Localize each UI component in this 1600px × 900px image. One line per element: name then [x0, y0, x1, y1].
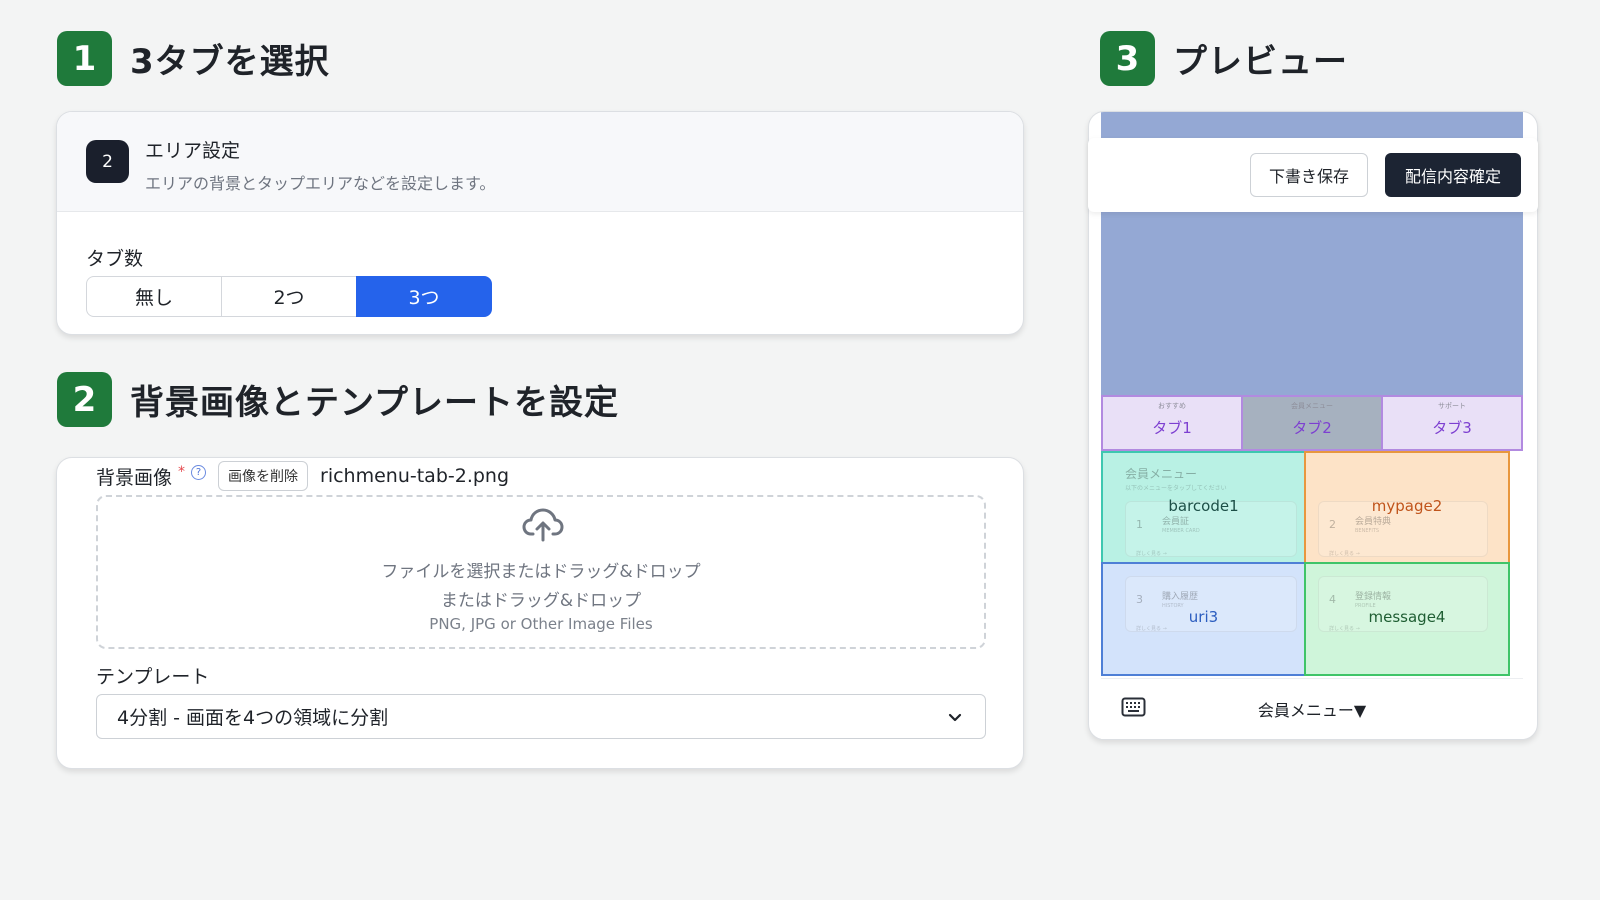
- richmenu-bar[interactable]: 会員メニュー▼: [1101, 678, 1523, 739]
- area-settings-card: 2 エリア設定 エリアの背景とタップエリアなどを設定します。 タブ数 無し 2つ…: [56, 111, 1024, 335]
- step3-title: プレビュー: [1173, 42, 1348, 82]
- ghost-number: 2: [1329, 518, 1336, 531]
- tab-caption: 会員メニュー: [1291, 402, 1333, 410]
- area-settings-title: エリア設定: [145, 140, 241, 162]
- help-icon[interactable]: ?: [191, 464, 207, 480]
- ghost-number: 4: [1329, 593, 1336, 606]
- preview-tab-2[interactable]: 会員メニュー タブ2: [1243, 395, 1383, 451]
- tap-area-1[interactable]: 会員メニュー 以下のメニューをタップしてください 1 会員証 MEMBER CA…: [1101, 451, 1306, 564]
- tap-area-label: uri3: [1188, 608, 1219, 626]
- ghost-link: 詳しく見る →: [1136, 626, 1167, 632]
- ghost-link: 詳しく見る →: [1329, 626, 1360, 632]
- save-draft-button[interactable]: 下書き保存: [1250, 153, 1368, 197]
- cloud-upload-icon: [522, 508, 564, 542]
- preview-action-bar: 下書き保存 配信内容確定: [1088, 138, 1538, 212]
- step1-title: 3タブを選択: [130, 42, 330, 82]
- background-template-card: 背景画像 * ? 画像を削除 richmenu-tab-2.png ファイルを選…: [56, 457, 1024, 769]
- tap-area-3[interactable]: 3 購入履歴 HISTORY 詳しく見る → uri3: [1101, 562, 1306, 676]
- tap-area-4[interactable]: 4 登録情報 PROFILE 詳しく見る → message4: [1304, 562, 1510, 676]
- required-mark: *: [178, 464, 186, 480]
- delete-image-button[interactable]: 画像を削除: [218, 461, 309, 491]
- ghost-menu-title: 会員メニュー: [1125, 467, 1198, 481]
- template-selected-value: 4分割 - 画面を4つの領域に分割: [117, 707, 389, 729]
- tab-count-label: タブ数: [86, 248, 144, 270]
- ghost-link: 詳しく見る →: [1136, 551, 1167, 557]
- step1-header: 1 3タブを選択: [57, 31, 330, 86]
- tab-label: タブ3: [1432, 419, 1472, 437]
- tab-label: タブ1: [1152, 419, 1192, 437]
- ghost-number: 3: [1136, 593, 1143, 606]
- preview-tabs: おすすめ タブ1 会員メニュー タブ2 サポート タブ3: [1101, 395, 1523, 451]
- area-step-badge: 2: [86, 140, 129, 183]
- chevron-down-icon: [948, 713, 962, 722]
- step2-title: 背景画像とテンプレートを設定: [130, 383, 619, 423]
- dropzone-instruction-secondary: またはドラッグ&ドロップ: [440, 591, 642, 611]
- background-image-row: 背景画像 * ? 画像を削除 richmenu-tab-2.png: [96, 461, 509, 491]
- ghost-title: 会員証: [1162, 517, 1190, 527]
- dropzone-file-types: PNG, JPG or Other Image Files: [429, 615, 653, 633]
- ghost-number: 1: [1136, 518, 1143, 531]
- tap-area-label: mypage2: [1371, 497, 1443, 515]
- tab-caption: おすすめ: [1158, 402, 1186, 410]
- ghost-title: 購入履歴: [1162, 592, 1199, 602]
- step2-number: 2: [57, 372, 112, 427]
- tap-area-2[interactable]: 2 会員特典 BENEFITS 詳しく見る → mypage2: [1304, 451, 1510, 564]
- tab-caption: サポート: [1438, 402, 1466, 410]
- step3-number: 3: [1100, 31, 1155, 86]
- tap-area-label: barcode1: [1168, 497, 1239, 515]
- tap-area-grid: 会員メニュー 以下のメニューをタップしてください 1 会員証 MEMBER CA…: [1101, 451, 1523, 678]
- dropzone-instruction: ファイルを選択またはドラッグ&ドロップ: [381, 562, 701, 582]
- background-image-label: 背景画像: [96, 466, 173, 489]
- richmenu-bar-label: 会員メニュー▼: [1257, 701, 1367, 720]
- ghost-title: 登録情報: [1355, 592, 1392, 602]
- tap-area-label: message4: [1368, 608, 1446, 626]
- file-dropzone[interactable]: ファイルを選択またはドラッグ&ドロップ またはドラッグ&ドロップ PNG, JP…: [96, 495, 986, 649]
- tab-label: タブ2: [1292, 419, 1332, 437]
- ghost-subtitle: MEMBER CARD: [1162, 528, 1200, 534]
- template-select[interactable]: 4分割 - 画面を4つの領域に分割: [96, 694, 986, 739]
- tab-count-three-button[interactable]: 3つ: [356, 276, 492, 317]
- tab-count-two-button[interactable]: 2つ: [221, 276, 357, 317]
- file-name: richmenu-tab-2.png: [320, 465, 510, 487]
- preview-tab-3[interactable]: サポート タブ3: [1383, 395, 1523, 451]
- step1-number: 1: [57, 31, 112, 86]
- step2-header: 2 背景画像とテンプレートを設定: [57, 372, 619, 427]
- ghost-link: 詳しく見る →: [1329, 551, 1360, 557]
- ghost-title: 会員特典: [1355, 517, 1392, 527]
- ghost-menu-subtitle: 以下のメニューをタップしてください: [1125, 485, 1227, 492]
- confirm-delivery-button[interactable]: 配信内容確定: [1385, 153, 1521, 197]
- ghost-subtitle: BENEFITS: [1355, 528, 1380, 534]
- preview-tab-1[interactable]: おすすめ タブ1: [1101, 395, 1243, 451]
- tab-count-none-button[interactable]: 無し: [86, 276, 222, 317]
- tab-count-selector: 無し 2つ 3つ: [86, 276, 492, 317]
- template-label: テンプレート: [96, 666, 210, 688]
- area-settings-subtitle: エリアの背景とタップエリアなどを設定します。: [145, 174, 496, 193]
- step3-header: 3 プレビュー: [1100, 31, 1348, 86]
- area-settings-header: 2 エリア設定 エリアの背景とタップエリアなどを設定します。: [57, 112, 1023, 212]
